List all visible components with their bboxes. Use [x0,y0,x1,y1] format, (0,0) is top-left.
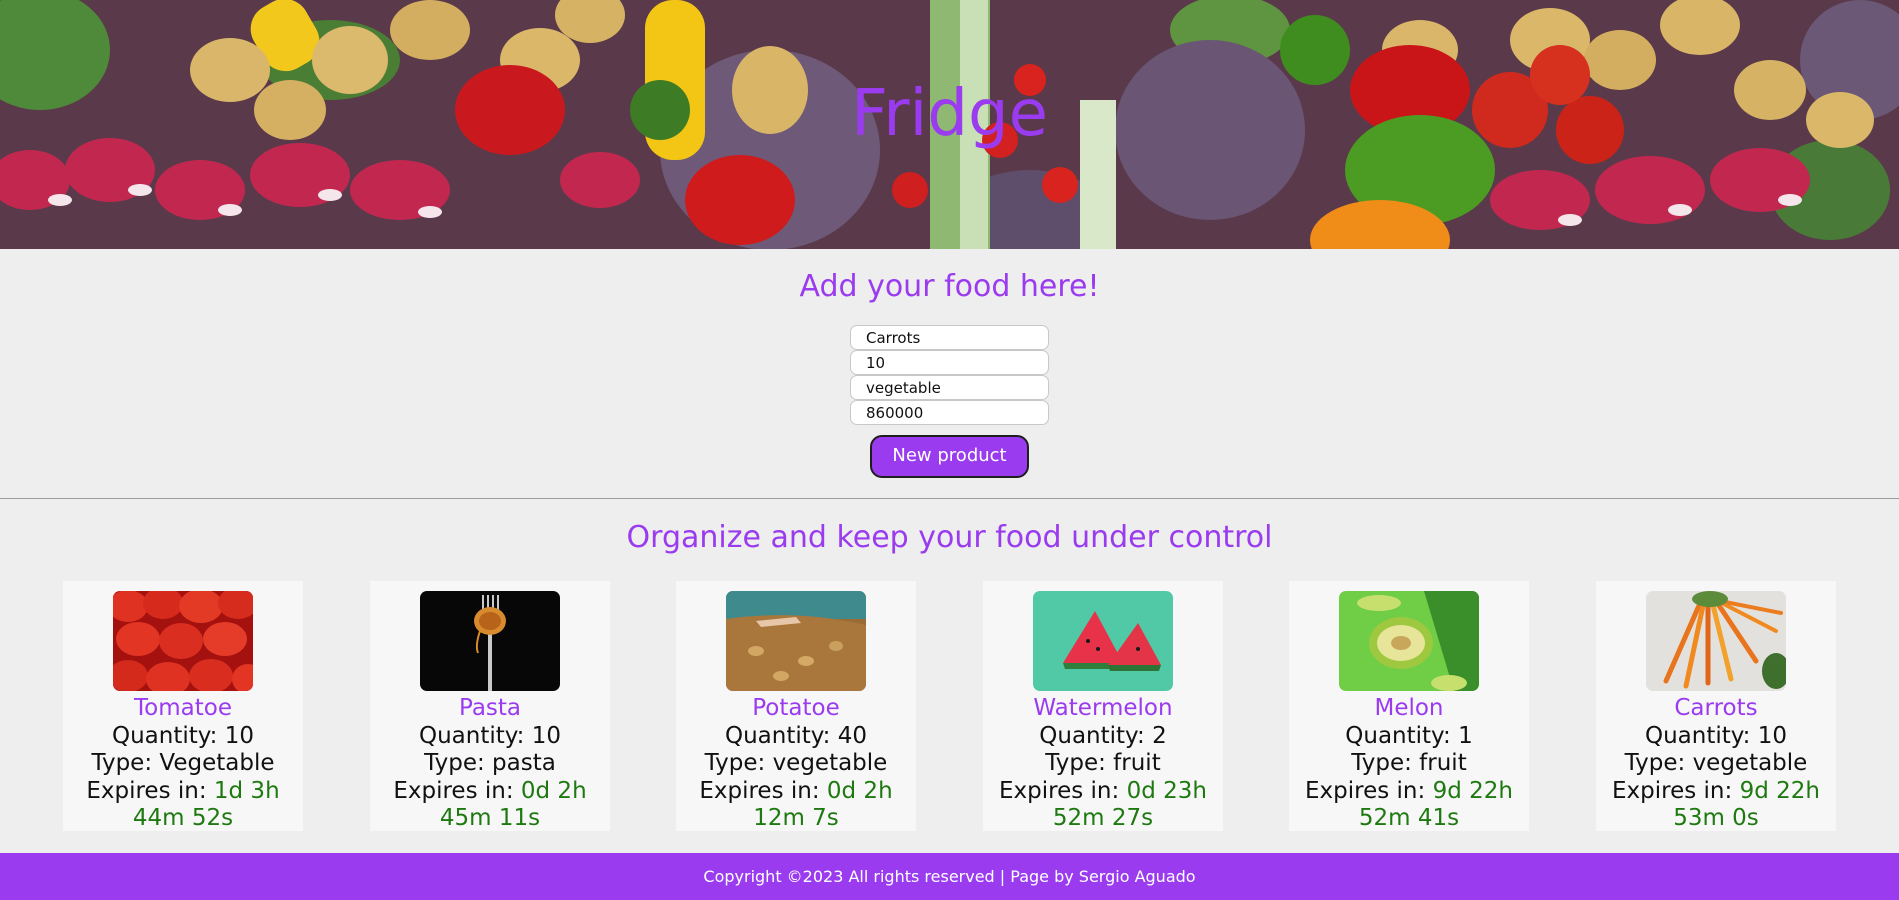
food-card: Melon Quantity: 1 Type: fruit Expires in… [1289,581,1529,831]
food-type: Type: vegetable [704,750,888,776]
food-expiry: Expires in: 0d 2h 45m 11s [393,777,587,832]
page-title: Fridge [851,77,1048,151]
food-expiry: Expires in: 0d 2h 12m 7s [699,777,893,832]
food-list-heading: Organize and keep your food under contro… [626,520,1273,555]
food-name-input[interactable] [850,325,1049,350]
food-expiry: Expires in: 0d 23h 52m 27s [999,777,1207,832]
food-card: Tomatoe Quantity: 10 Type: Vegetable Exp… [63,581,303,831]
pasta-fork-photo [420,591,560,691]
food-name: Potatoe [752,695,840,721]
food-type: Type: fruit [1351,750,1467,776]
potato-field-photo [726,591,866,691]
form-heading: Add your food here! [799,269,1100,304]
food-quantity: Quantity: 1 [1345,722,1473,749]
food-name: Pasta [458,695,522,721]
food-card: Watermelon Quantity: 2 Type: fruit Expir… [983,581,1223,831]
food-name: Carrots [1674,695,1758,721]
food-card: Carrots Quantity: 10 Type: vegetable Exp… [1596,581,1836,831]
section-divider [0,498,1899,499]
food-quantity: Quantity: 10 [1644,722,1788,749]
food-type: Type: fruit [1045,750,1161,776]
melon-photo [1339,591,1479,691]
food-type: Type: pasta [424,750,556,776]
food-name: Tomatoe [134,695,232,721]
footer: Copyright ©2023 All rights reserved | Pa… [0,853,1899,900]
food-quantity: Quantity: 10 [418,722,562,749]
food-quantity: Quantity: 2 [1039,722,1167,749]
food-name: Melon [1374,695,1444,721]
food-expiry: Expires in: 1d 3h 44m 52s [86,777,280,832]
food-type-input[interactable] [850,375,1049,400]
food-quantity: Quantity: 10 [111,722,255,749]
add-food-form: Add your food here! New product [0,249,1899,499]
food-type: Type: Vegetable [91,750,275,776]
food-expiry: Expires in: 9d 22h 53m 0s [1612,777,1820,832]
hero-banner: Fridge [0,0,1899,249]
tomatoes-photo [113,591,253,691]
food-card: Pasta Quantity: 10 Type: pasta Expires i… [370,581,610,831]
food-card: Potatoe Quantity: 40 Type: vegetable Exp… [676,581,916,831]
food-expiry: Expires in: 9d 22h 52m 41s [1305,777,1513,832]
food-type: Type: vegetable [1624,750,1808,776]
food-quantity-input[interactable] [850,350,1049,375]
food-quantity: Quantity: 40 [724,722,868,749]
food-expiry-input[interactable] [850,400,1049,425]
food-name: Watermelon [1033,695,1173,721]
carrots-photo [1646,591,1786,691]
copyright-text: Copyright ©2023 All rights reserved | Pa… [703,867,1196,886]
new-product-button[interactable]: New product [870,435,1029,478]
watermelon-photo [1033,591,1173,691]
